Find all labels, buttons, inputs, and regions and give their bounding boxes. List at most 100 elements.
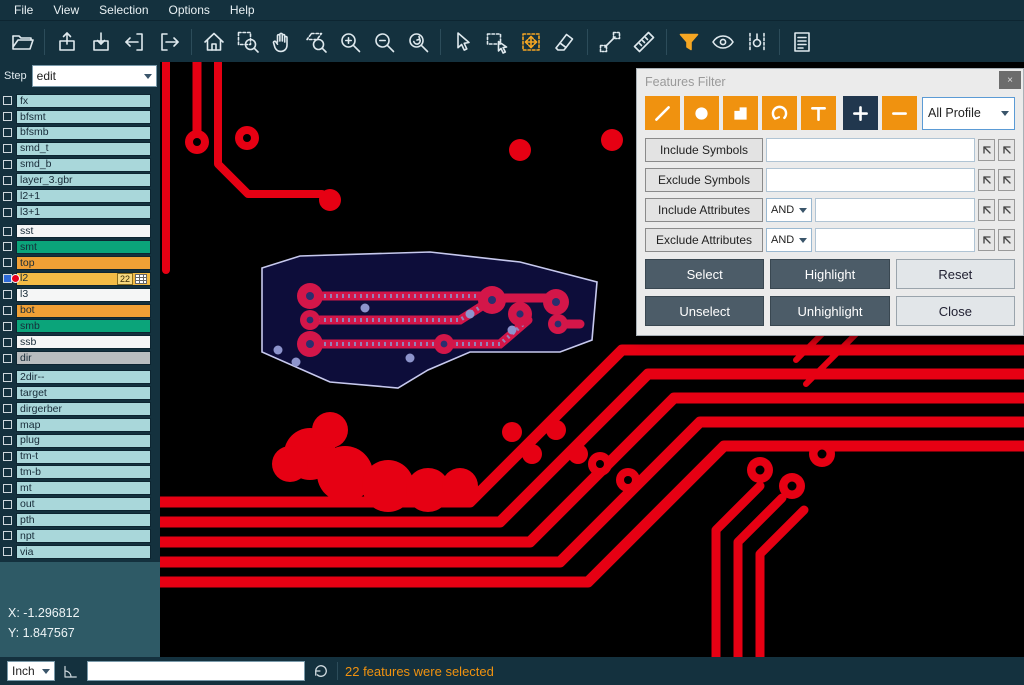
layer-row-map[interactable]: map	[0, 417, 160, 433]
layer-visibility-checkbox[interactable]	[3, 258, 12, 267]
exclude-symbols-input[interactable]	[766, 168, 975, 192]
layer-name[interactable]: via	[16, 545, 151, 559]
menu-item-selection[interactable]: Selection	[89, 1, 158, 19]
layer-row-l3[interactable]: l3	[0, 287, 160, 303]
filter-arc-button[interactable]	[762, 96, 797, 130]
layer-visibility-checkbox[interactable]	[3, 322, 12, 331]
filter-line-button[interactable]	[645, 96, 680, 130]
layer-name[interactable]: bfsmt	[16, 110, 151, 124]
exclude-attributes-input[interactable]	[815, 228, 975, 252]
clear-highlight-button[interactable]	[549, 26, 581, 58]
exclude-attributes-pick-button[interactable]	[978, 229, 995, 251]
report-button[interactable]	[786, 26, 818, 58]
layer-visibility-checkbox[interactable]	[3, 500, 12, 509]
layer-name[interactable]: sst	[16, 224, 151, 238]
layer-visibility-checkbox[interactable]	[3, 516, 12, 525]
layer-visibility-checkbox[interactable]	[3, 484, 12, 493]
layer-name[interactable]: pth	[16, 513, 151, 527]
layer-name[interactable]: l3+1	[16, 205, 151, 219]
layer-visibility-checkbox[interactable]	[3, 388, 12, 397]
layer-visibility-checkbox[interactable]	[3, 192, 12, 201]
layer-name[interactable]: smd_t	[16, 142, 151, 156]
layer-name[interactable]: dir	[16, 351, 151, 365]
layer-name[interactable]: map	[16, 418, 151, 432]
layer-row-bfsmt[interactable]: bfsmt	[0, 109, 160, 125]
layer-row-l2-1[interactable]: l2+1	[0, 188, 160, 204]
layer-name[interactable]: plug	[16, 434, 151, 448]
layer-name[interactable]: ssb	[16, 335, 151, 349]
zoom-window-button[interactable]	[232, 26, 264, 58]
layer-visibility-checkbox[interactable]	[3, 242, 12, 251]
filter-text-button[interactable]	[801, 96, 836, 130]
layer-name[interactable]: npt	[16, 529, 151, 543]
ruler-button[interactable]	[628, 26, 660, 58]
pcb-canvas[interactable]: Features Filter ×	[160, 62, 1024, 657]
layer-row-mt[interactable]: mt	[0, 480, 160, 496]
layer-visibility-checkbox[interactable]	[3, 404, 12, 413]
menu-item-help[interactable]: Help	[220, 1, 265, 19]
layer-name[interactable]: l2+1	[16, 189, 151, 203]
view-eye-button[interactable]	[707, 26, 739, 58]
include-attributes-pick-add-button[interactable]	[998, 199, 1015, 221]
layer-visibility-checkbox[interactable]	[3, 112, 12, 121]
menu-item-file[interactable]: File	[4, 1, 43, 19]
layer-row-npt[interactable]: npt	[0, 528, 160, 544]
layer-row-l2[interactable]: l222	[0, 271, 160, 287]
layer-row-target[interactable]: target	[0, 385, 160, 401]
layer-name[interactable]: tm-b	[16, 465, 151, 479]
layer-row-l3-1[interactable]: l3+1	[0, 204, 160, 220]
export-button[interactable]	[153, 26, 185, 58]
layer-visibility-checkbox[interactable]	[3, 468, 12, 477]
layer-visibility-checkbox[interactable]	[3, 128, 12, 137]
layer-name[interactable]: bot	[16, 304, 151, 318]
zoom-in-button[interactable]	[334, 26, 366, 58]
zoom-out-button[interactable]	[368, 26, 400, 58]
dialog-titlebar[interactable]: Features Filter ×	[637, 69, 1023, 94]
layer-name[interactable]: mt	[16, 481, 151, 495]
step-select[interactable]: edit	[32, 65, 157, 87]
layer-visibility-checkbox[interactable]	[3, 354, 12, 363]
layer-row-smb[interactable]: smb	[0, 318, 160, 334]
layer-row-pth[interactable]: pth	[0, 512, 160, 528]
snap-button[interactable]	[741, 26, 773, 58]
layer-visibility-checkbox[interactable]	[3, 436, 12, 445]
layer-row-smd-b[interactable]: smd_b	[0, 157, 160, 173]
layer-name[interactable]: bfsmb	[16, 126, 151, 140]
layer-visibility-checkbox[interactable]	[3, 176, 12, 185]
pointer-button[interactable]	[447, 26, 479, 58]
remove-filter-button[interactable]	[882, 96, 917, 130]
layer-name[interactable]: tm-t	[16, 450, 151, 464]
select-button[interactable]: Select	[645, 259, 764, 289]
layer-visibility-checkbox[interactable]	[3, 547, 12, 556]
exclude-symbols-pick-button[interactable]	[978, 169, 995, 191]
layer-visibility-checkbox[interactable]	[3, 208, 12, 217]
include-symbols-pick-add-button[interactable]	[998, 139, 1015, 161]
layer-row-ssb[interactable]: ssb	[0, 334, 160, 350]
layer-row-smd-t[interactable]: smd_t	[0, 141, 160, 157]
close-icon[interactable]: ×	[999, 71, 1021, 89]
layer-row-bfsmb[interactable]: bfsmb	[0, 125, 160, 141]
home-button[interactable]	[198, 26, 230, 58]
select-rect-button[interactable]	[481, 26, 513, 58]
zoom-reset-button[interactable]	[402, 26, 434, 58]
layer-row-tm-b[interactable]: tm-b	[0, 464, 160, 480]
unselect-button[interactable]: Unselect	[645, 296, 764, 326]
include-attributes-button[interactable]: Include Attributes	[645, 198, 763, 222]
layer-row-out[interactable]: out	[0, 496, 160, 512]
filter-surface-button[interactable]	[723, 96, 758, 130]
include-attributes-operator-select[interactable]: AND	[766, 198, 812, 222]
profile-select[interactable]: All Profile	[922, 97, 1015, 130]
layer-name[interactable]: smd_b	[16, 158, 151, 172]
exclude-attributes-pick-add-button[interactable]	[998, 229, 1015, 251]
layer-name[interactable]: l3	[16, 288, 151, 302]
layer-visibility-checkbox[interactable]	[3, 452, 12, 461]
add-filter-button[interactable]	[843, 96, 878, 130]
layer-row-2dir[interactable]: 2dir--	[0, 369, 160, 385]
menu-item-view[interactable]: View	[43, 1, 89, 19]
layer-row-plug[interactable]: plug	[0, 433, 160, 449]
layer-name[interactable]: smt	[16, 240, 151, 254]
exclude-symbols-pick-add-button[interactable]	[998, 169, 1015, 191]
layer-name[interactable]: dirgerber	[16, 402, 151, 416]
include-attributes-pick-button[interactable]	[978, 199, 995, 221]
angle-tool-icon[interactable]	[62, 662, 80, 680]
